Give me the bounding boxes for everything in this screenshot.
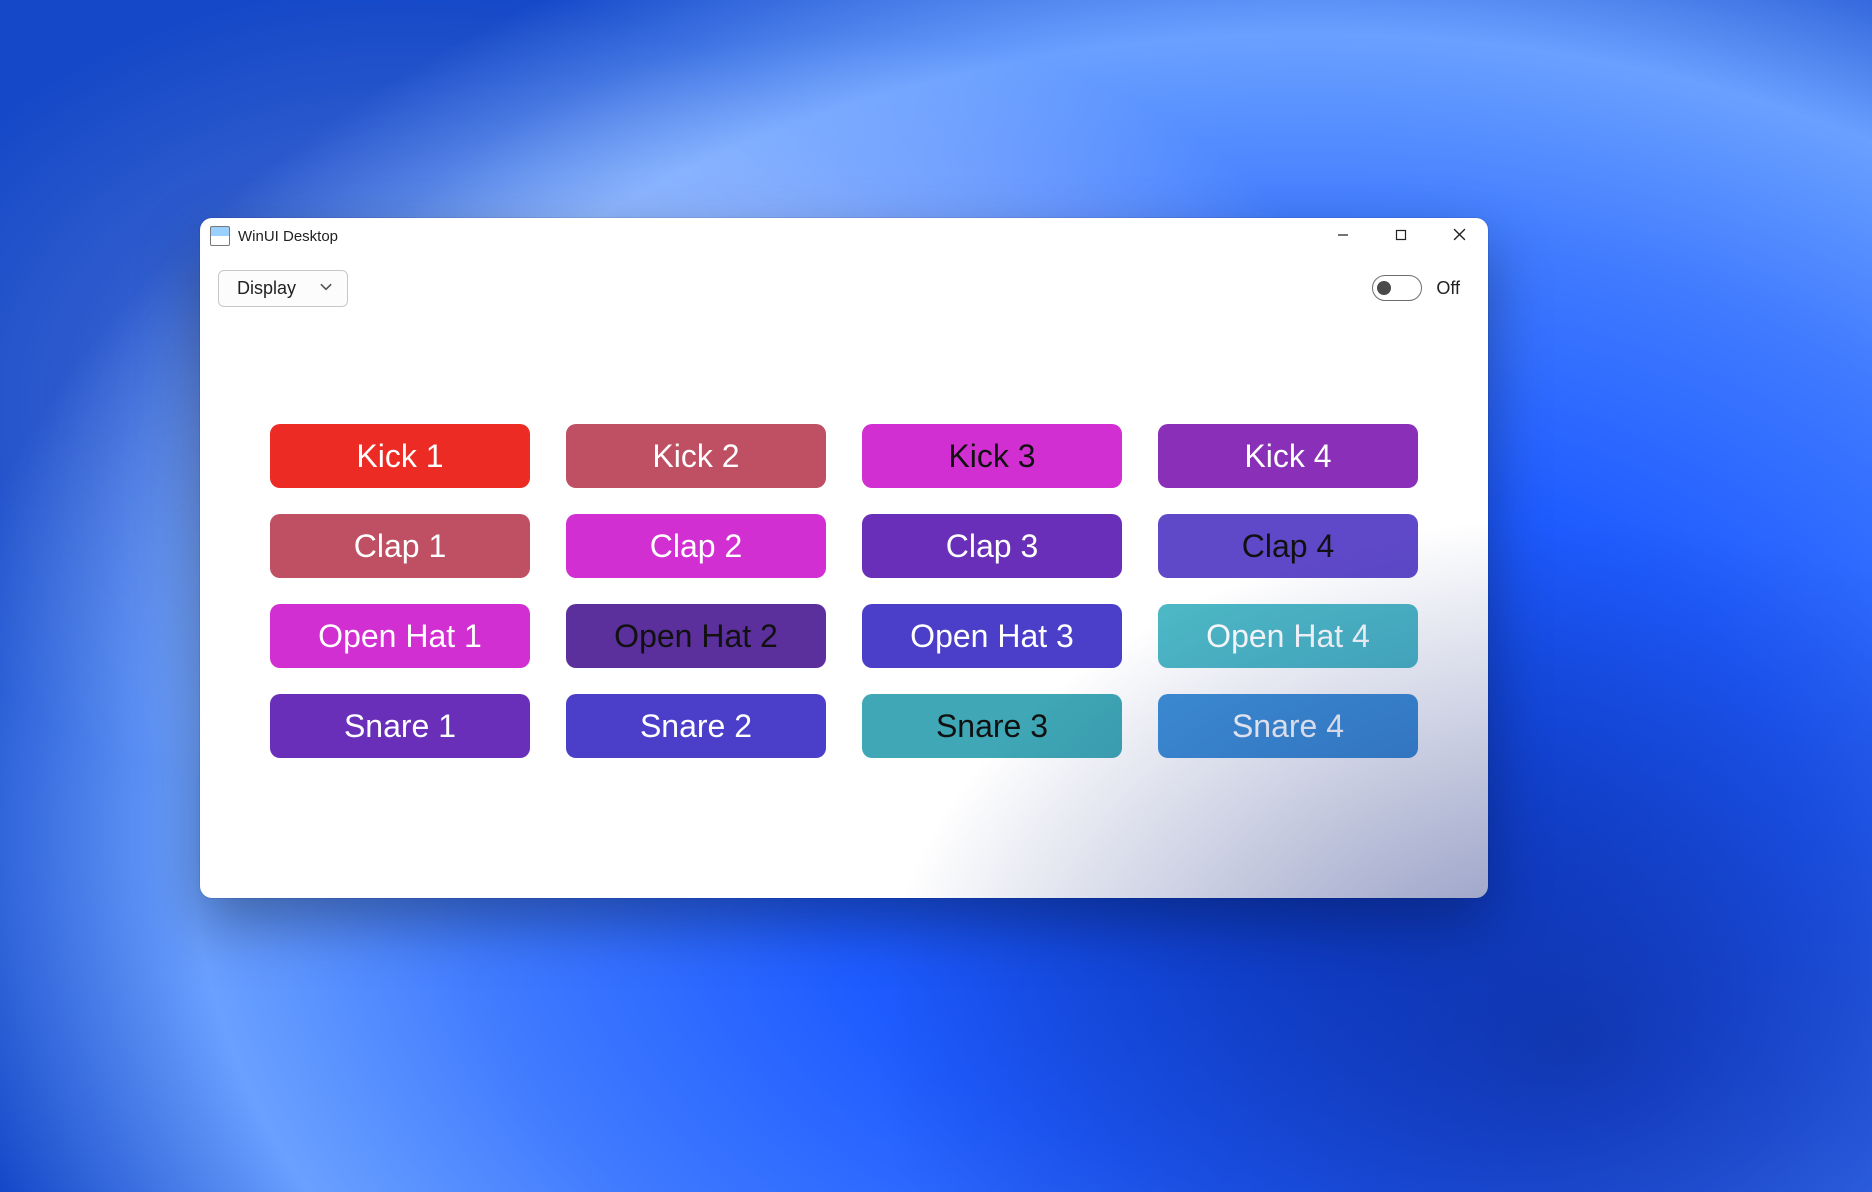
drum-pad-label: Snare 4 [1232,708,1344,745]
drum-pad[interactable]: Kick 3 [862,424,1122,488]
toggle-state-label: Off [1436,278,1460,299]
drum-pad-label: Clap 1 [354,528,447,565]
drum-pad[interactable]: Clap 3 [862,514,1122,578]
drum-pad-label: Open Hat 4 [1206,618,1370,655]
drum-pad[interactable]: Open Hat 4 [1158,604,1418,668]
chevron-down-icon [319,278,333,299]
drum-pad-label: Clap 3 [946,528,1039,565]
drum-pad[interactable]: Open Hat 2 [566,604,826,668]
drum-pad-label: Kick 1 [356,438,443,475]
pad-grid: Kick 1 Kick 2 Kick 3 Kick 4 Clap 1 Clap 2 Clap… [270,424,1418,758]
toggle-switch[interactable] [1372,275,1422,301]
desktop-wallpaper: WinUI Desktop [0,0,1872,1192]
drum-pad[interactable]: Kick 4 [1158,424,1418,488]
drum-pad-label: Clap 2 [650,528,743,565]
drum-pad[interactable]: Clap 4 [1158,514,1418,578]
close-icon [1453,228,1466,245]
drum-pad-label: Clap 4 [1242,528,1335,565]
drum-pad[interactable]: Kick 1 [270,424,530,488]
minimize-button[interactable] [1314,218,1372,254]
close-button[interactable] [1430,218,1488,254]
app-window: WinUI Desktop [200,218,1488,898]
toggle-group: Off [1372,275,1470,301]
drum-pad[interactable]: Snare 1 [270,694,530,758]
minimize-icon [1337,228,1349,245]
drum-pad-label: Snare 3 [936,708,1048,745]
drum-pad-label: Open Hat 3 [910,618,1074,655]
drum-pad-label: Kick 2 [652,438,739,475]
display-dropdown-label: Display [237,278,296,299]
drum-pad[interactable]: Clap 2 [566,514,826,578]
drum-pad-label: Open Hat 1 [318,618,482,655]
titlebar: WinUI Desktop [200,218,1488,254]
caption-buttons [1314,218,1488,254]
drum-pad[interactable]: Snare 2 [566,694,826,758]
drum-pad[interactable]: Kick 2 [566,424,826,488]
display-dropdown[interactable]: Display [218,270,348,307]
toolbar: Display Off [200,254,1488,316]
drum-pad-label: Open Hat 2 [614,618,778,655]
drum-pad[interactable]: Snare 3 [862,694,1122,758]
drum-pad-label: Snare 2 [640,708,752,745]
drum-pad[interactable]: Open Hat 3 [862,604,1122,668]
maximize-icon [1395,228,1407,245]
drum-pad[interactable]: Clap 1 [270,514,530,578]
maximize-button[interactable] [1372,218,1430,254]
pad-area: Kick 1 Kick 2 Kick 3 Kick 4 Clap 1 Clap 2 Clap… [200,316,1488,898]
drum-pad[interactable]: Snare 4 [1158,694,1418,758]
window-title: WinUI Desktop [238,228,338,245]
toggle-thumb [1377,281,1391,295]
drum-pad-label: Snare 1 [344,708,456,745]
app-icon [210,226,230,246]
drum-pad[interactable]: Open Hat 1 [270,604,530,668]
drum-pad-label: Kick 4 [1244,438,1331,475]
drum-pad-label: Kick 3 [948,438,1035,475]
